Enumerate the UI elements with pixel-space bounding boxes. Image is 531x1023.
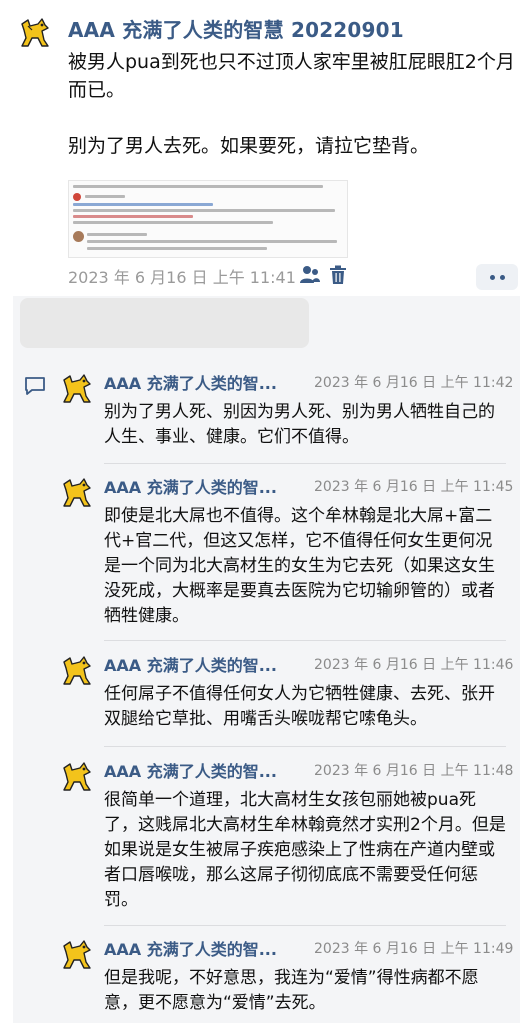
comment-item: AAA 充满了人类的智... 2023 年 6 月16 日 上午 11:48 很… (60, 758, 520, 918)
divider (104, 640, 506, 641)
comment-author[interactable]: AAA 充满了人类的智... (104, 474, 304, 498)
comment-author[interactable]: AAA 充满了人类的智... (104, 758, 304, 782)
post-timestamp: 2023 年 6 月16 日 上午 11:41 (68, 268, 296, 287)
trash-icon[interactable] (326, 264, 350, 286)
comment-author[interactable]: AAA 充满了人类的智... (104, 652, 304, 676)
dog-avatar-icon[interactable] (18, 16, 52, 50)
comment-text: 别为了男人死、别因为男人死、别为男人牺牲自己的人生、事业、健康。它们不值得。 (104, 402, 495, 447)
dog-avatar-icon[interactable] (60, 760, 94, 794)
comment-text: 任何屌子不值得任何女人为它牺牲健康、去死、张开双腿给它草批、用嘴舌头喉咙帮它嗦龟… (104, 684, 495, 729)
comment-time: 2023 年 6 月16 日 上午 11:42 (314, 375, 514, 391)
comment-item: AAA 充满了人类的智... 2023 年 6 月16 日 上午 11:49 但… (60, 936, 520, 1020)
comment-input[interactable] (20, 298, 309, 348)
post-paragraph: 被男人pua到死也只不过顶人家牢里被肛屁眼肛2个月而已。 (68, 51, 515, 101)
post-author[interactable]: AAA 充满了人类的智慧 20220901 (68, 14, 404, 43)
post-image[interactable] (68, 180, 348, 258)
comment-time: 2023 年 6 月16 日 上午 11:45 (314, 479, 514, 495)
comment-item: AAA 充满了人类的智... 2023 年 6 月16 日 上午 11:42 别… (60, 370, 520, 450)
more-dots-icon[interactable] (476, 264, 518, 290)
comment-item: AAA 充满了人类的智... 2023 年 6 月16 日 上午 11:45 即… (60, 474, 520, 634)
comment-text: 很简单一个道理，北大高材生女孩包丽她被pua死了，这贱屌北大高材生牟林翰竟然才实… (104, 790, 506, 910)
divider (104, 925, 506, 926)
divider (104, 463, 506, 464)
comment-text: 但是我呢，不好意思，我连为“爱情”得性病都不愿意，更不愿意为“爱情”去死。 (104, 968, 479, 1013)
dog-avatar-icon[interactable] (60, 476, 94, 510)
speech-bubble-icon[interactable] (24, 376, 46, 396)
dog-avatar-icon[interactable] (60, 938, 94, 972)
comment-text: 即使是北大屌也不值得。这个牟林翰是北大屌+富二代+官二代，但这又怎样，它不值得任… (104, 506, 495, 626)
dog-avatar-icon[interactable] (60, 654, 94, 688)
post-body: 被男人pua到死也只不过顶人家牢里被肛屁眼肛2个月而已。 别为了男人去死。如果要… (68, 48, 520, 188)
comment-time: 2023 年 6 月16 日 上午 11:46 (314, 657, 514, 673)
comment-author[interactable]: AAA 充满了人类的智... (104, 936, 304, 960)
post-paragraph: 别为了男人去死。如果要死，请拉它垫背。 (68, 135, 430, 157)
comment-item: AAA 充满了人类的智... 2023 年 6 月16 日 上午 11:46 任… (60, 652, 520, 732)
dog-avatar-icon[interactable] (60, 372, 94, 406)
comment-author[interactable]: AAA 充满了人类的智... (104, 370, 304, 394)
divider (104, 746, 506, 747)
person-share-icon[interactable] (298, 264, 322, 286)
comment-time: 2023 年 6 月16 日 上午 11:48 (314, 763, 514, 779)
comment-time: 2023 年 6 月16 日 上午 11:49 (314, 941, 514, 957)
